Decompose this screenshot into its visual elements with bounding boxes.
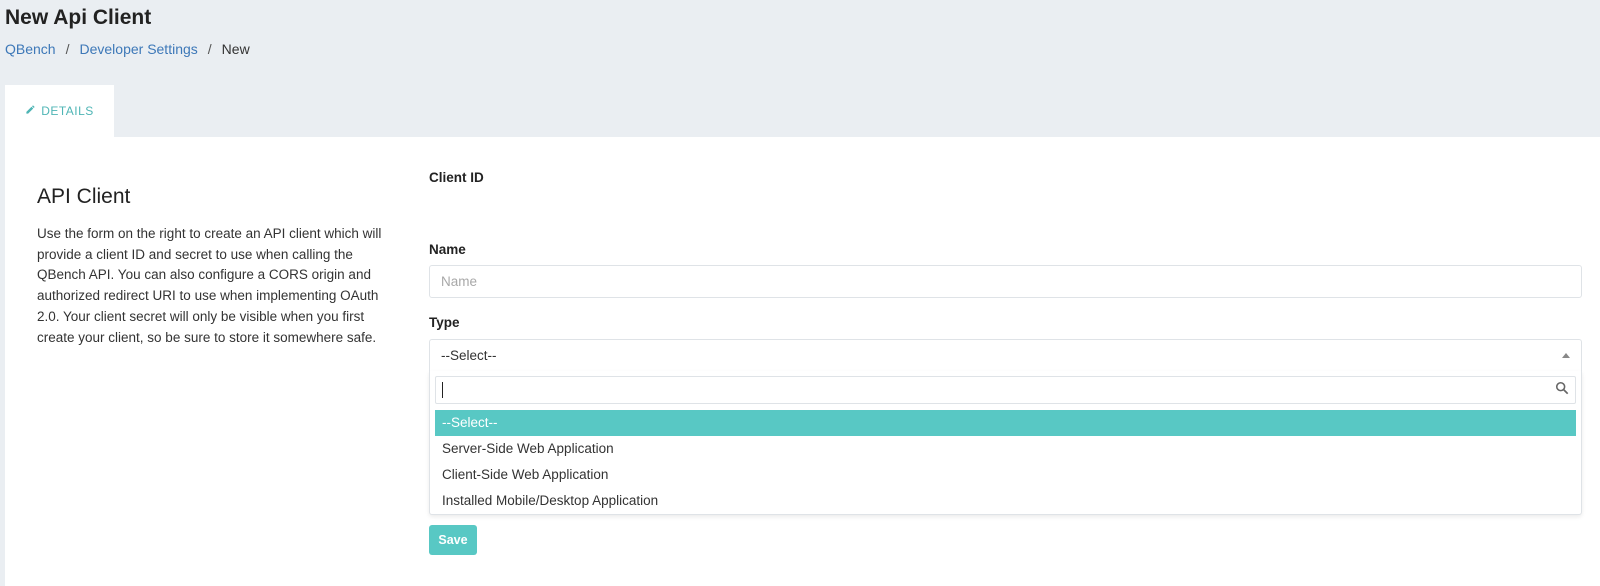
- page-header: New Api Client QBench / Developer Settin…: [0, 0, 1600, 85]
- search-icon: [1555, 381, 1569, 400]
- intro-title: API Client: [37, 185, 131, 208]
- dropdown-option[interactable]: Server-Side Web Application: [435, 436, 1576, 462]
- breadcrumb: QBench / Developer Settings / New: [5, 41, 250, 57]
- dropdown-option[interactable]: --Select--: [435, 410, 1576, 436]
- text-cursor: [442, 382, 443, 398]
- type-label: Type: [429, 315, 460, 330]
- intro-text: Use the form on the right to create an A…: [37, 226, 382, 345]
- breadcrumb-separator: /: [207, 41, 212, 57]
- type-dropdown: --Select-- Server-Side Web Application C…: [429, 371, 1582, 515]
- tab-details[interactable]: DETAILS: [5, 85, 114, 137]
- dropdown-option[interactable]: Client-Side Web Application: [435, 462, 1576, 488]
- breadcrumb-separator: /: [65, 41, 70, 57]
- client-id-label: Client ID: [429, 170, 484, 185]
- breadcrumb-link-qbench[interactable]: QBench: [5, 41, 56, 57]
- page-title: New Api Client: [5, 6, 152, 29]
- save-button[interactable]: Save: [429, 525, 477, 555]
- type-select[interactable]: --Select--: [429, 339, 1582, 371]
- type-select-value: --Select--: [441, 348, 497, 363]
- dropdown-options: --Select-- Server-Side Web Application C…: [435, 410, 1576, 514]
- caret-up-icon: [1562, 353, 1570, 358]
- pencil-icon: [25, 104, 36, 118]
- dropdown-option[interactable]: Installed Mobile/Desktop Application: [435, 488, 1576, 514]
- tab-details-label: DETAILS: [41, 104, 94, 118]
- breadcrumb-current: New: [221, 41, 250, 57]
- name-input[interactable]: [429, 265, 1582, 298]
- breadcrumb-link-developer-settings[interactable]: Developer Settings: [79, 41, 197, 57]
- details-panel: API Client Use the form on the right to …: [5, 137, 1600, 586]
- name-label: Name: [429, 242, 466, 257]
- dropdown-search-input[interactable]: [435, 376, 1576, 404]
